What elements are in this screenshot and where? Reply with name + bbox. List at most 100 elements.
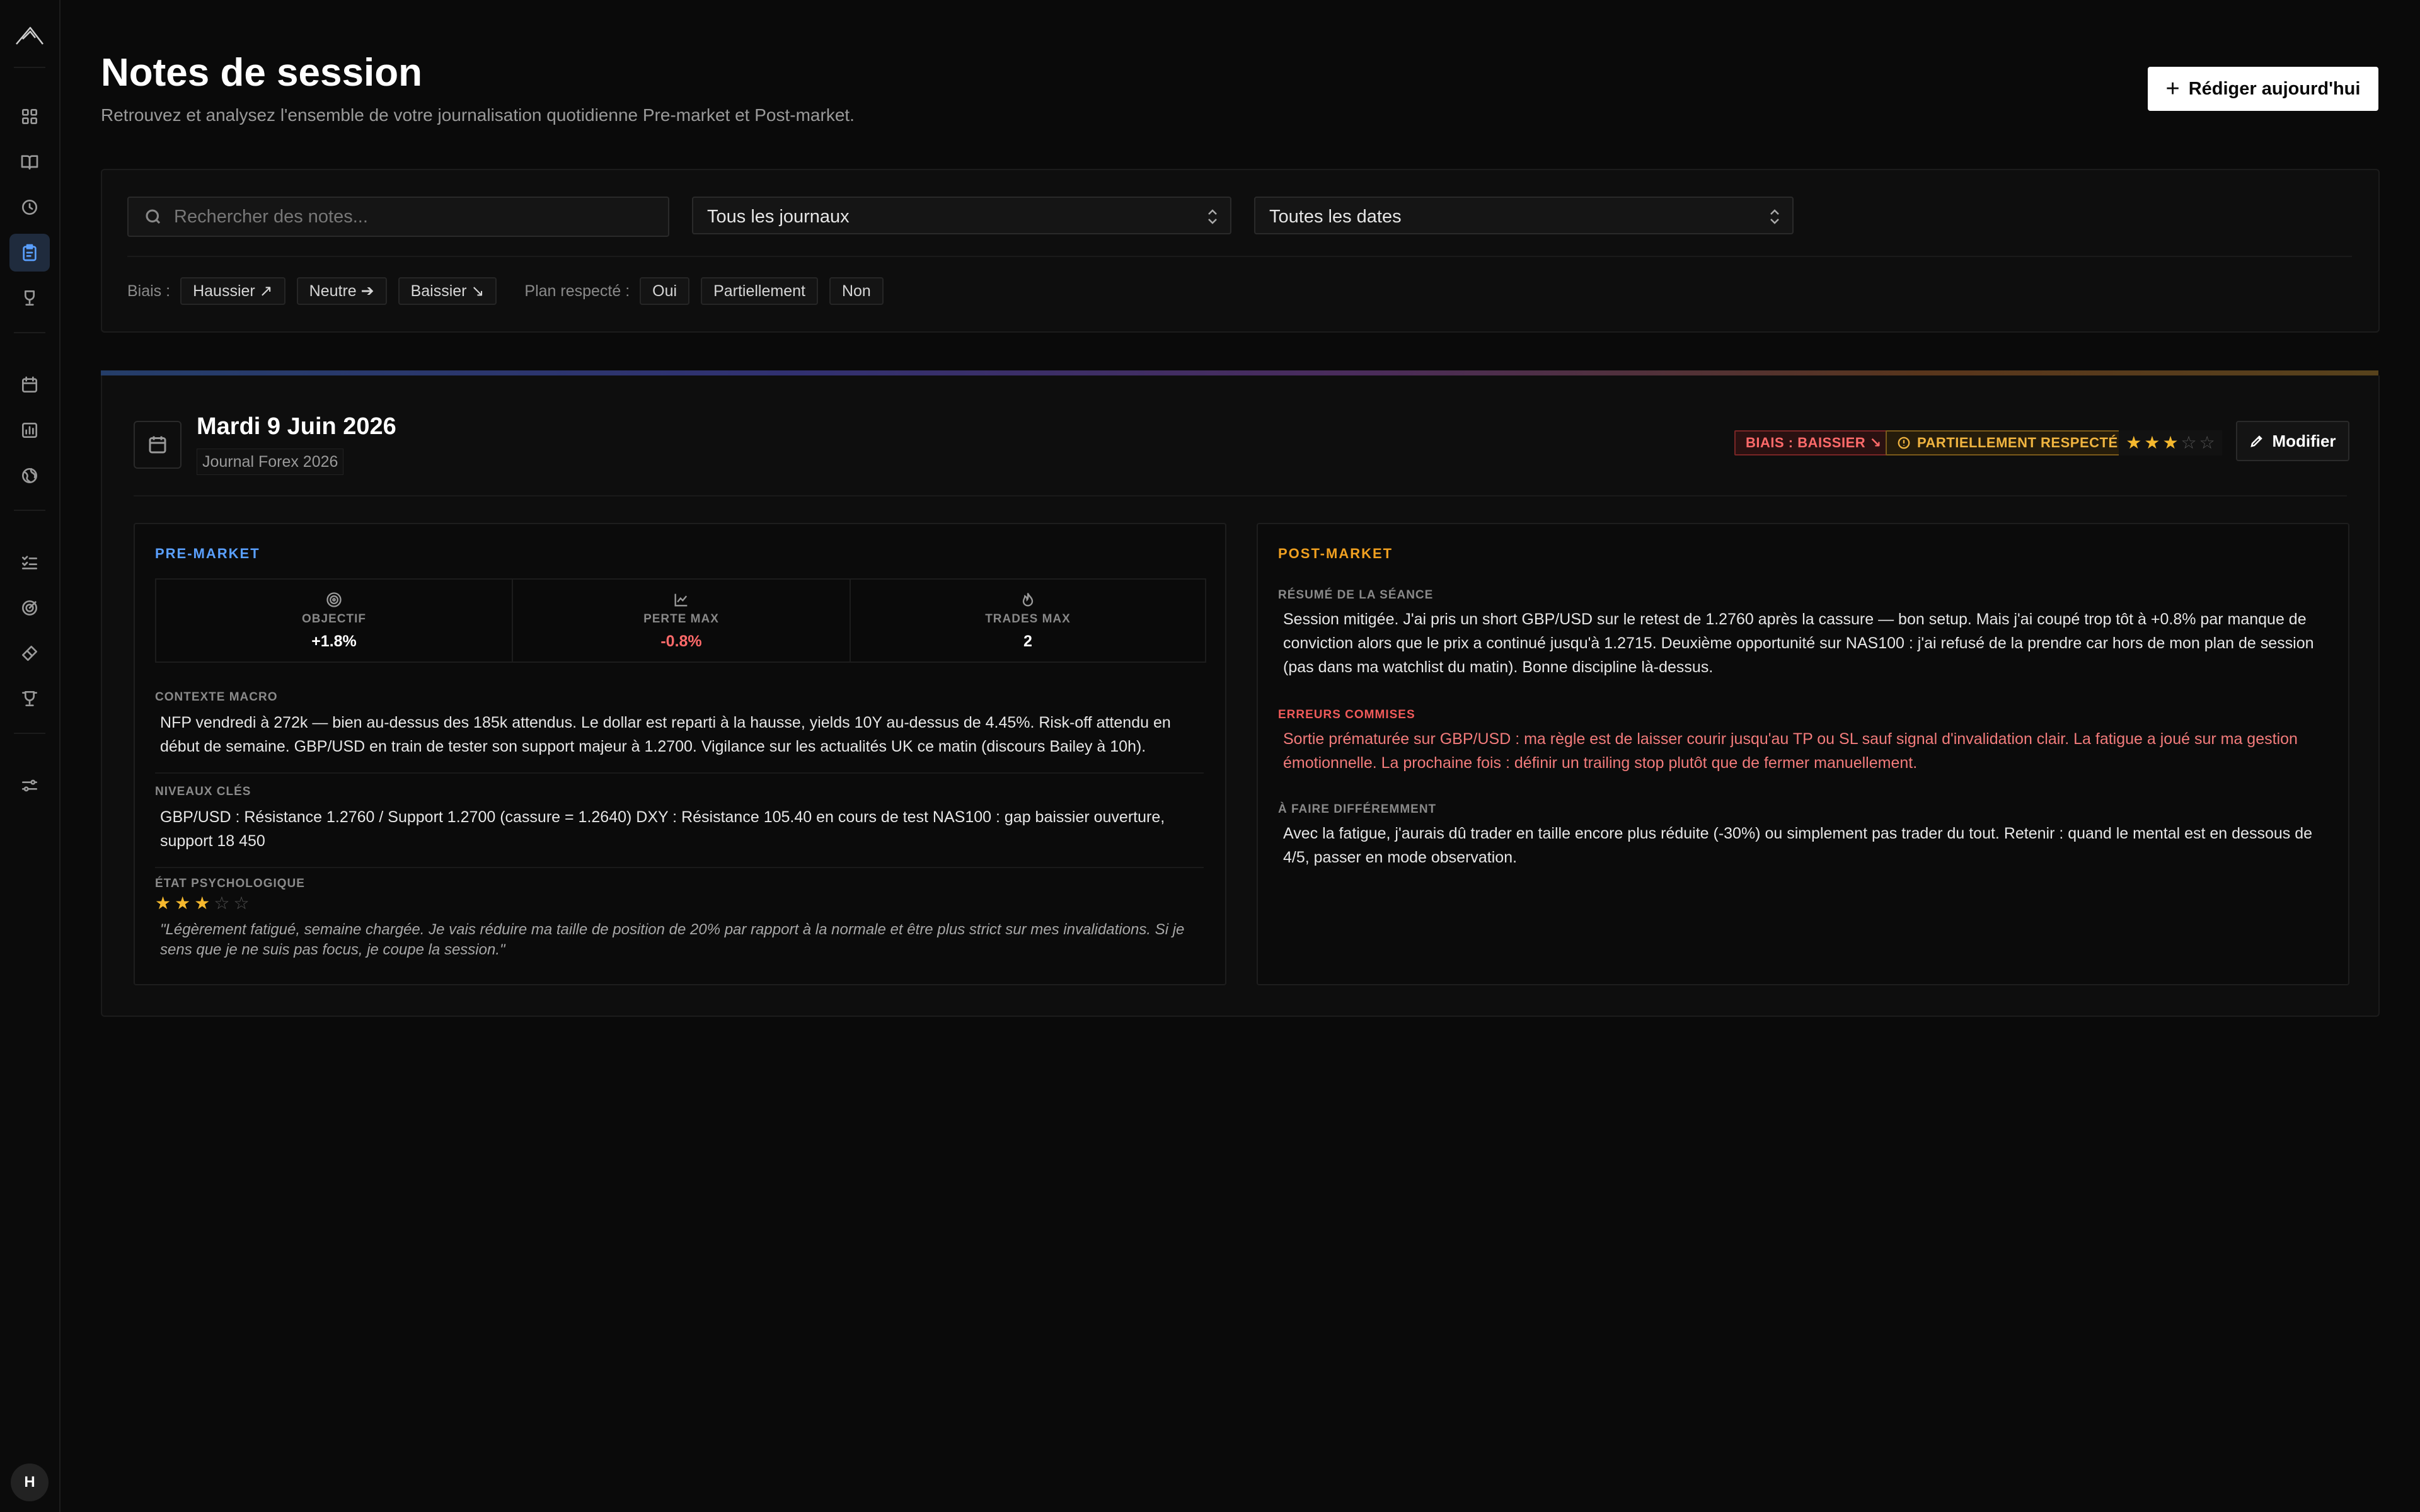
levels-label: NIVEAUX CLÉS	[155, 785, 251, 798]
levels-text: GBP/USD : Résistance 1.2760 / Support 1.…	[160, 808, 1165, 850]
sidebar-item-settings[interactable]	[9, 767, 50, 805]
globe-icon	[22, 468, 37, 483]
date-select-value: Toutes les dates	[1269, 207, 1402, 227]
sidebar-item-notes[interactable]	[9, 234, 50, 272]
star-empty-icon: ☆	[2199, 433, 2215, 452]
card-accent-bar	[101, 370, 2378, 375]
target-icon	[326, 592, 342, 607]
journal-select-value: Tous les journaux	[707, 207, 850, 227]
checklist-icon	[22, 556, 37, 570]
bias-chip-bearish[interactable]: Baissier ↘	[398, 277, 497, 305]
sidebar-item-markets[interactable]	[9, 457, 50, 495]
errors-label: ERREURS COMMISES	[1278, 708, 1415, 721]
sidebar-item-goals[interactable]	[9, 589, 50, 627]
bias-badge: BIAIS : BAISSIER ↘	[1734, 430, 1893, 455]
diff-label: À FAIRE DIFFÉREMMENT	[1278, 803, 1437, 816]
star-empty-icon: ☆	[233, 893, 250, 913]
errors-text: Sortie prématurée sur GBP/USD : ma règle…	[1283, 730, 2298, 772]
star-filled-icon: ★	[175, 893, 191, 913]
post-market-panel: POST-MARKET RÉSUMÉ DE LA SÉANCE Session …	[1257, 523, 2349, 985]
line-chart-icon	[674, 593, 688, 606]
stat-max-trades: TRADES MAX 2	[850, 580, 1205, 662]
filters-panel: Tous les journaux Toutes les dates Biais…	[101, 169, 2380, 333]
plus-icon: +	[2165, 76, 2180, 102]
sidebar-item-journal[interactable]	[9, 143, 50, 181]
card-divider	[134, 495, 2347, 496]
search-box[interactable]	[127, 197, 669, 237]
select-arrows-icon	[1208, 209, 1217, 224]
target-icon	[22, 600, 37, 616]
calendar-icon	[149, 436, 166, 454]
plan-badge: PARTIELLEMENT RESPECTÉ	[1886, 430, 2129, 455]
note-rating: ★ ★ ★ ☆ ☆	[2119, 430, 2222, 455]
diff-text: Avec la fatigue, j'aurais dû trader en t…	[1283, 825, 2313, 866]
summary-text: Session mitigée. J'ai pris un short GBP/…	[1283, 610, 2314, 676]
sidebar-item-dashboard[interactable]	[9, 98, 50, 135]
sidebar-divider	[14, 733, 45, 734]
note-date-icon-box	[134, 421, 182, 469]
logo-icon[interactable]	[14, 23, 45, 48]
bias-filter-label: Biais :	[127, 282, 171, 300]
bias-chip-neutral[interactable]: Neutre ➔	[296, 277, 387, 305]
write-today-button[interactable]: + Rédiger aujourd'hui	[2148, 67, 2378, 111]
macro-label: CONTEXTE MACRO	[155, 690, 278, 704]
note-journal-tag: Journal Forex 2026	[197, 449, 344, 475]
sidebar-item-calendar[interactable]	[9, 366, 50, 404]
plan-chip-no[interactable]: Non	[829, 277, 884, 305]
clock-icon	[22, 200, 37, 215]
stat-label: TRADES MAX	[985, 612, 1071, 626]
edit-note-button[interactable]: Modifier	[2236, 421, 2349, 461]
summary-label: RÉSUMÉ DE LA SÉANCE	[1278, 588, 1434, 602]
notes-icon	[23, 244, 37, 261]
search-icon	[146, 209, 161, 224]
star-filled-icon: ★	[194, 893, 210, 913]
star-filled-icon: ★	[2144, 433, 2160, 452]
star-filled-icon: ★	[2162, 433, 2179, 452]
book-icon	[21, 155, 38, 169]
sidebar-item-trophies[interactable]	[9, 279, 50, 317]
page-title: Notes de session	[101, 51, 422, 94]
section-divider	[155, 867, 1204, 868]
search-input[interactable]	[174, 198, 653, 236]
section-divider	[155, 772, 1204, 774]
pre-market-stats: OBJECTIF +1.8% PERTE MAX -0.8% TRADES MA…	[155, 578, 1206, 663]
stat-value: -0.8%	[660, 632, 702, 650]
select-arrows-icon	[1770, 209, 1779, 224]
stat-max-loss: PERTE MAX -0.8%	[512, 580, 850, 662]
pre-market-title: PRE-MARKET	[155, 546, 260, 561]
sidebar-item-achievements[interactable]	[9, 680, 50, 718]
write-today-label: Rédiger aujourd'hui	[2188, 78, 2361, 99]
date-select[interactable]: Toutes les dates	[1254, 197, 1794, 234]
sidebar-item-checklist[interactable]	[9, 544, 50, 581]
pre-market-panel: PRE-MARKET OBJECTIF +1.8% PERTE MAX -0.8…	[134, 523, 1226, 985]
post-market-title: POST-MARKET	[1278, 546, 1393, 561]
quick-filters: Biais : Haussier ↗ Neutre ➔ Baissier ↘ P…	[127, 276, 895, 306]
psych-quote: "Légèrement fatigué, semaine chargée. Je…	[160, 921, 1185, 958]
plan-chip-yes[interactable]: Oui	[640, 277, 690, 305]
bias-chip-bullish[interactable]: Haussier ↗	[180, 277, 285, 305]
chart-icon	[22, 423, 37, 438]
sidebar-item-tags[interactable]	[9, 634, 50, 672]
sidebar-divider	[14, 332, 45, 333]
note-date: Mardi 9 Juin 2026	[197, 413, 396, 440]
plan-chip-partial[interactable]: Partiellement	[701, 277, 818, 305]
edit-note-label: Modifier	[2272, 431, 2336, 450]
star-empty-icon: ☆	[2181, 433, 2197, 452]
award-icon	[22, 691, 37, 706]
psych-rating: ★ ★ ★ ☆ ☆	[155, 895, 250, 912]
stat-objective: OBJECTIF +1.8%	[156, 580, 512, 662]
star-filled-icon: ★	[2126, 433, 2142, 452]
star-empty-icon: ☆	[214, 893, 230, 913]
macro-text: NFP vendredi à 272k — bien au-dessus des…	[160, 714, 1171, 755]
stat-value: +1.8%	[311, 632, 357, 650]
trophy-icon	[24, 290, 35, 306]
sidebar-item-stats[interactable]	[9, 411, 50, 449]
pencil-icon	[2250, 435, 2263, 447]
flame-icon	[1022, 592, 1034, 606]
dashboard-icon	[21, 109, 37, 124]
sidebar-item-history[interactable]	[9, 188, 50, 226]
avatar[interactable]: H	[11, 1463, 49, 1501]
plan-filter-label: Plan respecté :	[524, 282, 630, 300]
journal-select[interactable]: Tous les journaux	[692, 197, 1231, 234]
star-filled-icon: ★	[155, 893, 171, 913]
